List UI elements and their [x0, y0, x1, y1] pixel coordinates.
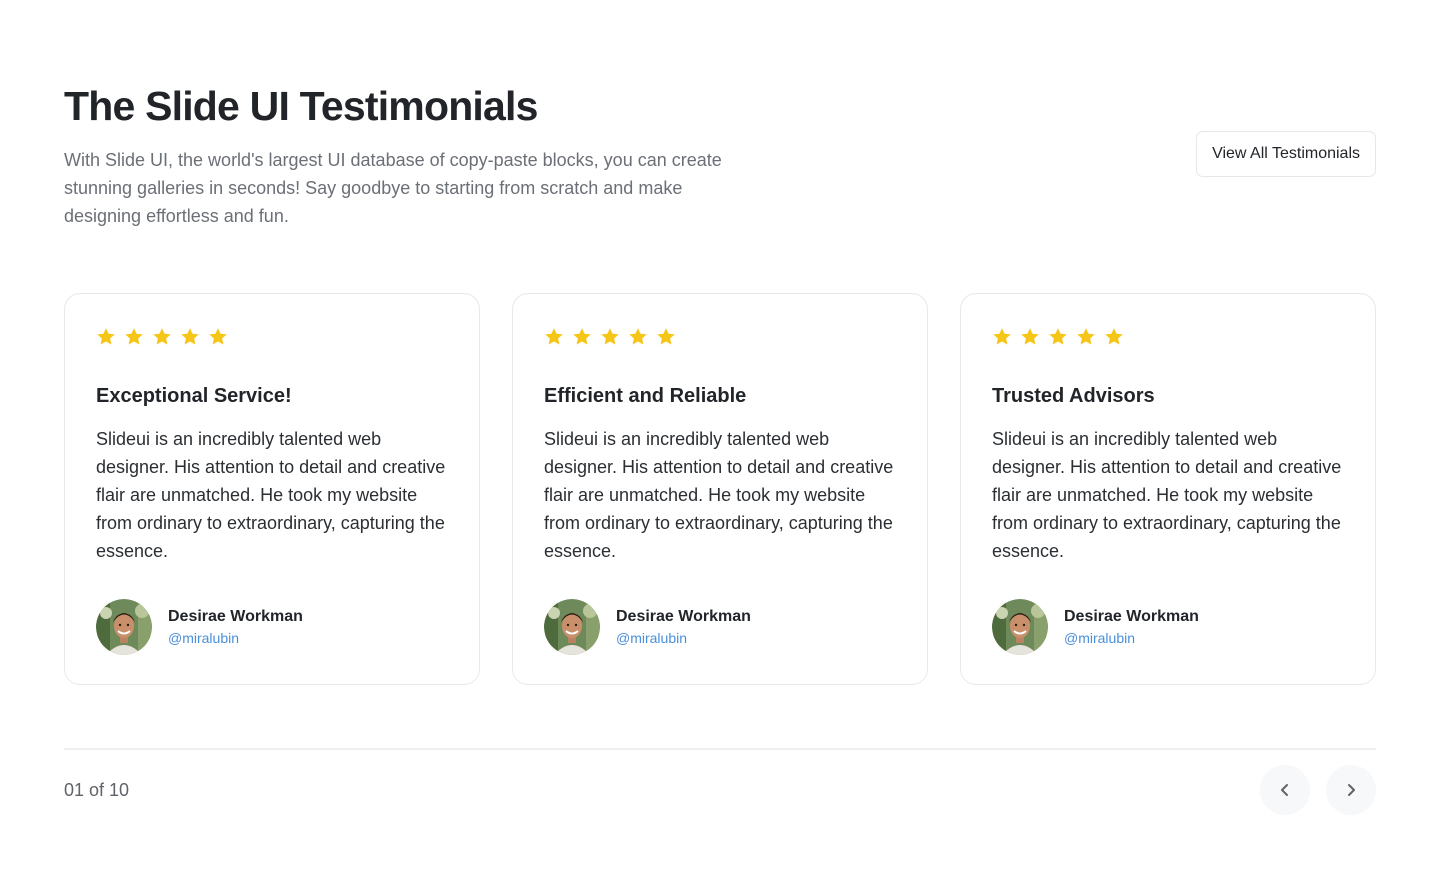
star-icon: [657, 328, 675, 345]
testimonial-cards: Exceptional Service! Slideui is an incre…: [64, 293, 1376, 685]
author-name: Desirae Workman: [1064, 608, 1199, 625]
star-icon: [97, 328, 115, 345]
star-icon: [125, 328, 143, 345]
avatar-photo: [544, 599, 600, 655]
pagination-controls: [1260, 765, 1376, 815]
star-icon: [1077, 328, 1095, 345]
avatar-photo: [992, 599, 1048, 655]
testimonial-text: Slideui is an incredibly talented web de…: [544, 429, 894, 561]
star-icon: [601, 328, 619, 345]
avatar: [992, 599, 1048, 655]
avatar: [544, 599, 600, 655]
author-name: Desirae Workman: [616, 608, 751, 625]
star-icon: [153, 328, 171, 345]
testimonial-author: Desirae Workman @miralubin: [544, 599, 751, 655]
chevron-right-icon: [1348, 784, 1355, 796]
testimonial-title: Trusted Advisors: [992, 385, 1155, 407]
author-name: Desirae Workman: [168, 608, 303, 625]
star-icon: [629, 328, 647, 345]
star-icon: [993, 328, 1011, 345]
testimonial-title: Exceptional Service!: [96, 385, 292, 407]
star-icon: [573, 328, 591, 345]
testimonial-text: Slideui is an incredibly talented web de…: [96, 429, 446, 561]
author-handle[interactable]: @miralubin: [168, 628, 303, 648]
testimonial-card: Exceptional Service! Slideui is an incre…: [64, 293, 480, 685]
page-subtitle: With Slide UI, the world's largest UI da…: [64, 150, 722, 226]
next-button[interactable]: [1326, 765, 1376, 815]
star-icon: [181, 328, 199, 345]
testimonial-author: Desirae Workman @miralubin: [992, 599, 1199, 655]
page-title: The Slide UI Testimonials: [64, 83, 538, 129]
view-all-testimonials-button[interactable]: View All Testimonials: [1196, 131, 1376, 177]
testimonial-author: Desirae Workman @miralubin: [96, 599, 303, 655]
star-rating: [992, 325, 1344, 349]
author-info: Desirae Workman @miralubin: [616, 606, 751, 648]
chevron-left-icon: [1281, 784, 1288, 796]
pagination-divider: [64, 748, 1376, 750]
star-icon: [545, 328, 563, 345]
star-icon: [1105, 328, 1123, 345]
author-handle[interactable]: @miralubin: [616, 628, 751, 648]
author-info: Desirae Workman @miralubin: [168, 606, 303, 648]
pagination-status: 01 of 10: [64, 780, 130, 800]
testimonial-card: Efficient and Reliable Slideui is an inc…: [512, 293, 928, 685]
avatar: [96, 599, 152, 655]
star-icon: [209, 328, 227, 345]
testimonials-section: The Slide UI Testimonials With Slide UI,…: [0, 0, 1440, 895]
avatar-photo: [96, 599, 152, 655]
star-rating: [544, 325, 896, 349]
star-icon: [1021, 328, 1039, 345]
author-info: Desirae Workman @miralubin: [1064, 606, 1199, 648]
author-handle[interactable]: @miralubin: [1064, 628, 1199, 648]
star-icon: [1049, 328, 1067, 345]
testimonial-text: Slideui is an incredibly talented web de…: [992, 429, 1342, 561]
testimonial-card: Trusted Advisors Slideui is an incredibl…: [960, 293, 1376, 685]
testimonial-title: Efficient and Reliable: [544, 385, 747, 407]
section-header: The Slide UI Testimonials With Slide UI,…: [64, 80, 1376, 230]
star-rating: [96, 325, 448, 349]
previous-button[interactable]: [1260, 765, 1310, 815]
